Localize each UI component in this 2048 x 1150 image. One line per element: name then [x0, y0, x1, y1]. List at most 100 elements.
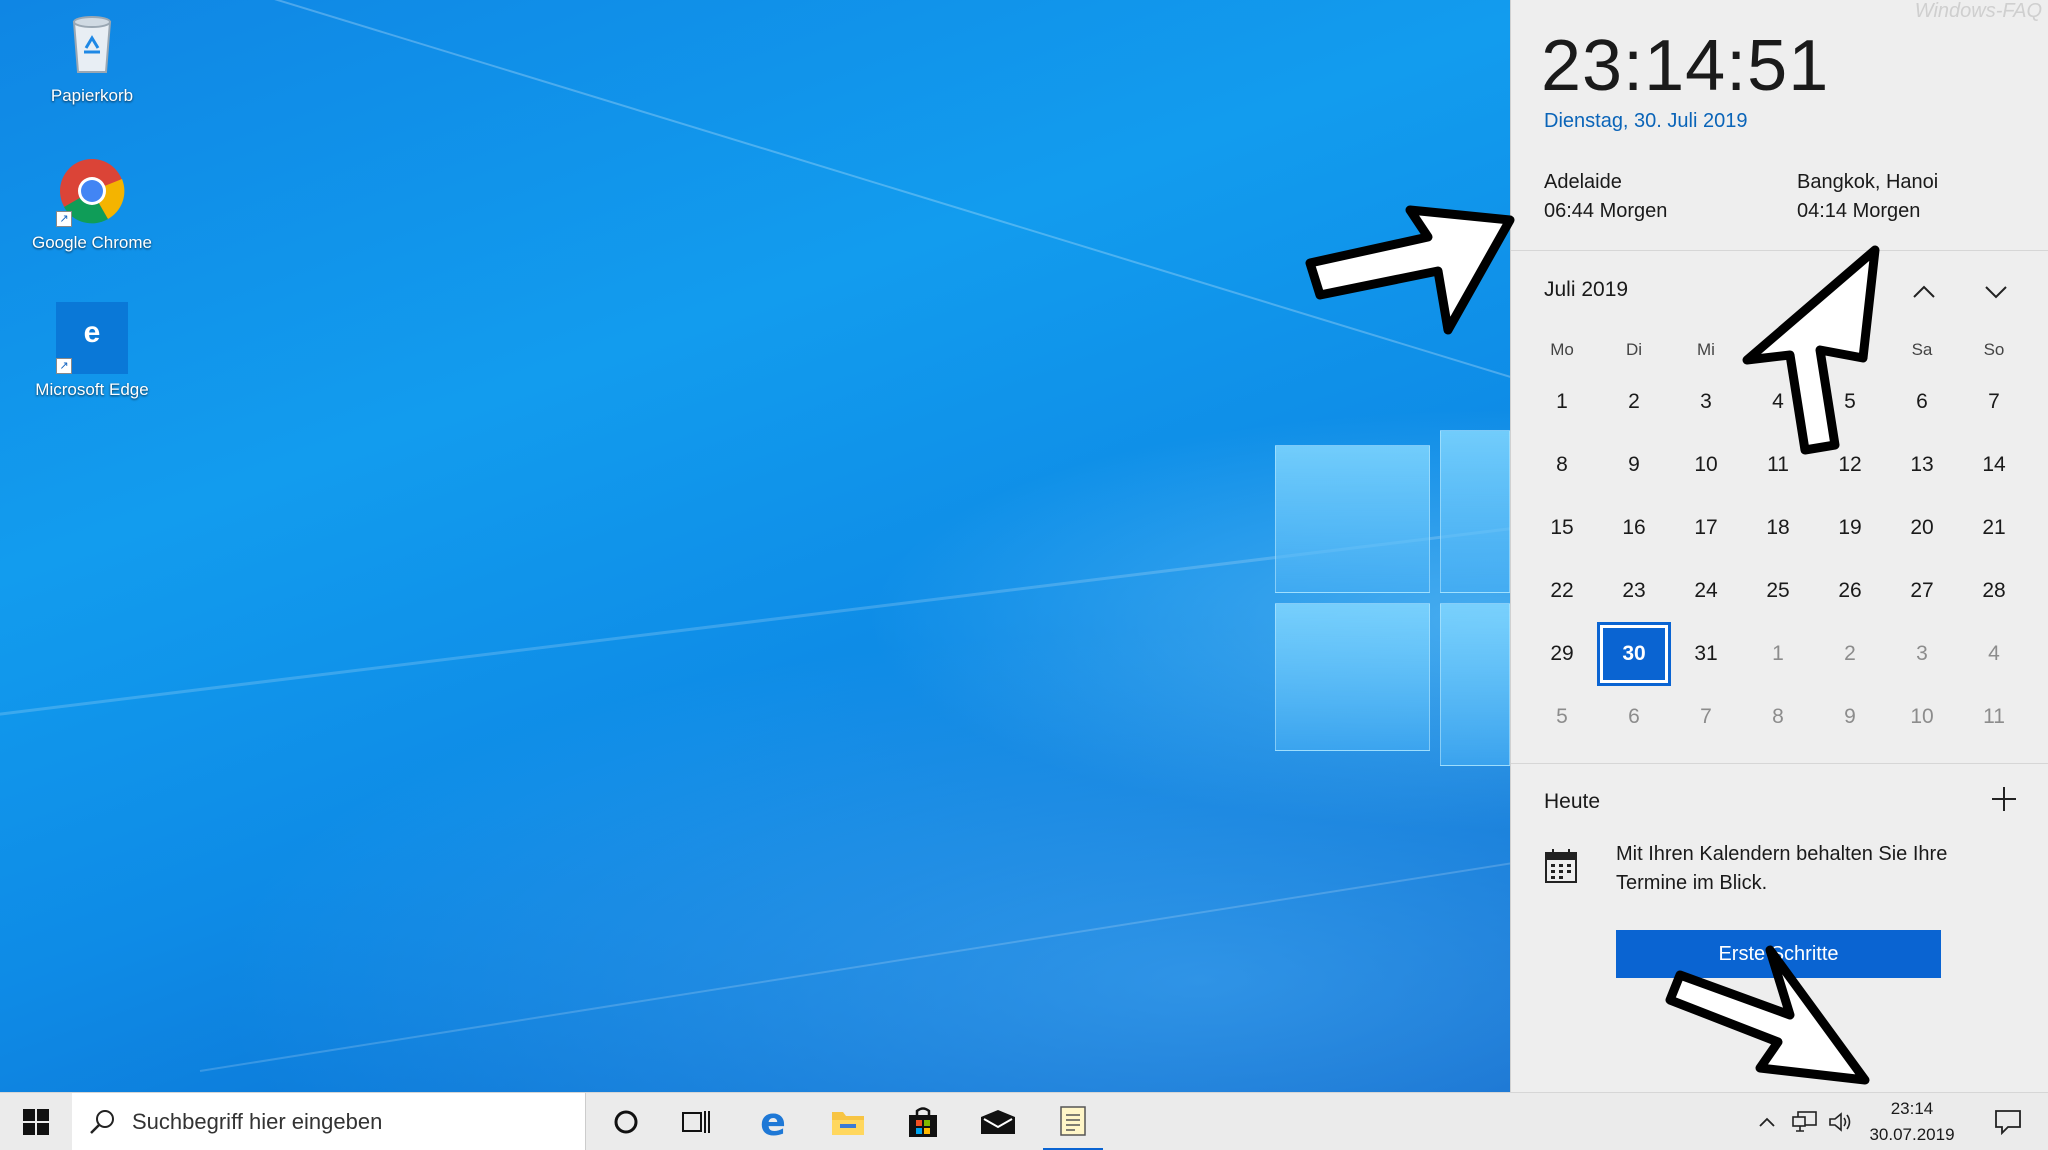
volume-button[interactable] [1826, 1093, 1856, 1150]
calendar-day[interactable]: 25 [1742, 559, 1814, 622]
annotation-arrow-icon [1742, 245, 1880, 455]
calendar-day[interactable]: 6 [1598, 685, 1670, 748]
calendar-day[interactable]: 18 [1742, 496, 1814, 559]
desktop-icon-label: Papierkorb [50, 86, 134, 105]
search-placeholder: Suchbegriff hier eingeben [132, 1109, 383, 1134]
calendar-month-label[interactable]: Juli 2019 [1544, 278, 1628, 302]
calendar-day-number: 14 [1982, 452, 2006, 476]
calendar-day[interactable]: 9 [1814, 685, 1886, 748]
recycle-bin-icon [56, 8, 128, 80]
start-button[interactable] [0, 1093, 72, 1150]
calendar-day-number: 22 [1550, 578, 1574, 602]
calendar-day[interactable]: 24 [1670, 559, 1742, 622]
clock-date-link[interactable]: Dienstag, 30. Juli 2019 [1544, 110, 1747, 133]
windows-logo-pane [1275, 445, 1430, 593]
desktop-icon-label: Microsoft Edge [35, 380, 149, 399]
calendar-day-number: 7 [1988, 389, 2000, 413]
watermark: Windows-FAQ [1914, 0, 2042, 22]
calendar-day-number: 2 [1628, 389, 1640, 413]
cortana-button[interactable] [596, 1093, 656, 1150]
calendar-day[interactable]: 31 [1670, 622, 1742, 685]
calendar-day[interactable]: 15 [1526, 496, 1598, 559]
calendar-day[interactable]: 3 [1670, 370, 1742, 433]
calendar-day-number: 11 [1983, 704, 2005, 728]
calendar-day[interactable]: 8 [1526, 433, 1598, 496]
calendar-day[interactable]: 29 [1526, 622, 1598, 685]
taskbar-sticky-notes[interactable] [1043, 1093, 1103, 1150]
calendar-day[interactable]: 16 [1598, 496, 1670, 559]
next-month-button[interactable] [1976, 272, 2016, 312]
taskbar-edge[interactable]: e [743, 1093, 803, 1150]
calendar-day[interactable]: 13 [1886, 433, 1958, 496]
taskbar-clock[interactable]: 23:14 30.07.2019 [1862, 1093, 1962, 1150]
search-box[interactable]: Suchbegriff hier eingeben [72, 1093, 586, 1150]
desktop-icon-chrome[interactable]: ↗ Google Chrome [17, 155, 167, 253]
calendar-day[interactable]: 23 [1598, 559, 1670, 622]
calendar-day-number: 26 [1838, 578, 1862, 602]
calendar-day-number: 2 [1844, 641, 1856, 665]
task-view-button[interactable] [666, 1093, 726, 1150]
calendar-day[interactable]: 11 [1958, 685, 2030, 748]
desktop-icon-label: Google Chrome [31, 233, 152, 252]
annotation-arrow-icon [1665, 945, 1870, 1085]
calendar-day[interactable]: 10 [1886, 685, 1958, 748]
calendar-day[interactable]: 2 [1814, 622, 1886, 685]
shortcut-arrow-icon: ↗ [56, 358, 72, 374]
calendar-day[interactable]: 22 [1526, 559, 1598, 622]
calendar-day[interactable]: 1 [1742, 622, 1814, 685]
calendar-day[interactable]: 9 [1598, 433, 1670, 496]
calendar-day[interactable]: 20 [1886, 496, 1958, 559]
calendar-day-today[interactable]: 30 [1597, 621, 1671, 686]
calendar-day[interactable]: 6 [1886, 370, 1958, 433]
calendar-day[interactable]: 10 [1670, 433, 1742, 496]
chevron-up-icon [1913, 285, 1935, 298]
calendar-day[interactable]: 17 [1670, 496, 1742, 559]
calendar-day[interactable]: 21 [1958, 496, 2030, 559]
taskbar-store[interactable] [893, 1093, 953, 1150]
calendar-day[interactable]: 3 [1886, 622, 1958, 685]
cortana-icon [614, 1110, 638, 1134]
calendar-day-number: 17 [1694, 515, 1718, 539]
calendar-week-row: 15 16 17 18 19 20 21 [1526, 496, 2030, 559]
calendar-day-number: 21 [1982, 515, 2006, 539]
calendar-day[interactable]: 1 [1526, 370, 1598, 433]
desktop[interactable]: Papierkorb ↗ Google Chrome e ↗ Microsoft… [0, 0, 1510, 1092]
desktop-icon-edge[interactable]: e ↗ Microsoft Edge [17, 302, 167, 400]
network-button[interactable] [1790, 1093, 1820, 1150]
add-event-button[interactable] [1987, 782, 2021, 816]
edge-icon: e ↗ [56, 302, 128, 374]
calendar-day[interactable]: 26 [1814, 559, 1886, 622]
taskbar-mail[interactable] [968, 1093, 1028, 1150]
calendar-day[interactable]: 8 [1742, 685, 1814, 748]
search-icon [90, 1110, 114, 1134]
calendar-day[interactable]: 4 [1958, 622, 2030, 685]
calendar-day-number: 23 [1622, 578, 1646, 602]
calendar-day[interactable]: 5 [1526, 685, 1598, 748]
calendar-day-number: 5 [1556, 704, 1568, 728]
calendar-day[interactable]: 14 [1958, 433, 2030, 496]
calendar-day-number: 6 [1628, 704, 1640, 728]
calendar-day-number: 30 [1597, 621, 1671, 686]
calendar-day[interactable]: 2 [1598, 370, 1670, 433]
calendar-day[interactable]: 28 [1958, 559, 2030, 622]
calendar-day-number: 4 [1988, 641, 2000, 665]
store-icon [909, 1107, 937, 1137]
calendar-day-number: 25 [1766, 578, 1790, 602]
calendar-day[interactable]: 7 [1670, 685, 1742, 748]
zone-time: 06:44 Morgen [1544, 200, 1668, 222]
taskbar: Suchbegriff hier eingeben e 23:14 30.07.… [0, 1092, 2048, 1150]
previous-month-button[interactable] [1904, 272, 1944, 312]
calendar-day[interactable]: 7 [1958, 370, 2030, 433]
show-hidden-icons-button[interactable] [1752, 1093, 1782, 1150]
desktop-icon-recycle-bin[interactable]: Papierkorb [17, 8, 167, 106]
annotation-arrow-icon [1305, 205, 1515, 335]
calendar-day[interactable]: 19 [1814, 496, 1886, 559]
calendar-day-number: 31 [1694, 641, 1718, 665]
taskbar-file-explorer[interactable] [818, 1093, 878, 1150]
mail-icon [981, 1110, 1015, 1134]
calendar-day-number: 8 [1772, 704, 1784, 728]
action-center-button[interactable] [1980, 1093, 2036, 1150]
taskbar-time: 23:14 [1890, 1099, 1934, 1118]
calendar-day[interactable]: 27 [1886, 559, 1958, 622]
weekday-label: Di [1625, 340, 1643, 359]
